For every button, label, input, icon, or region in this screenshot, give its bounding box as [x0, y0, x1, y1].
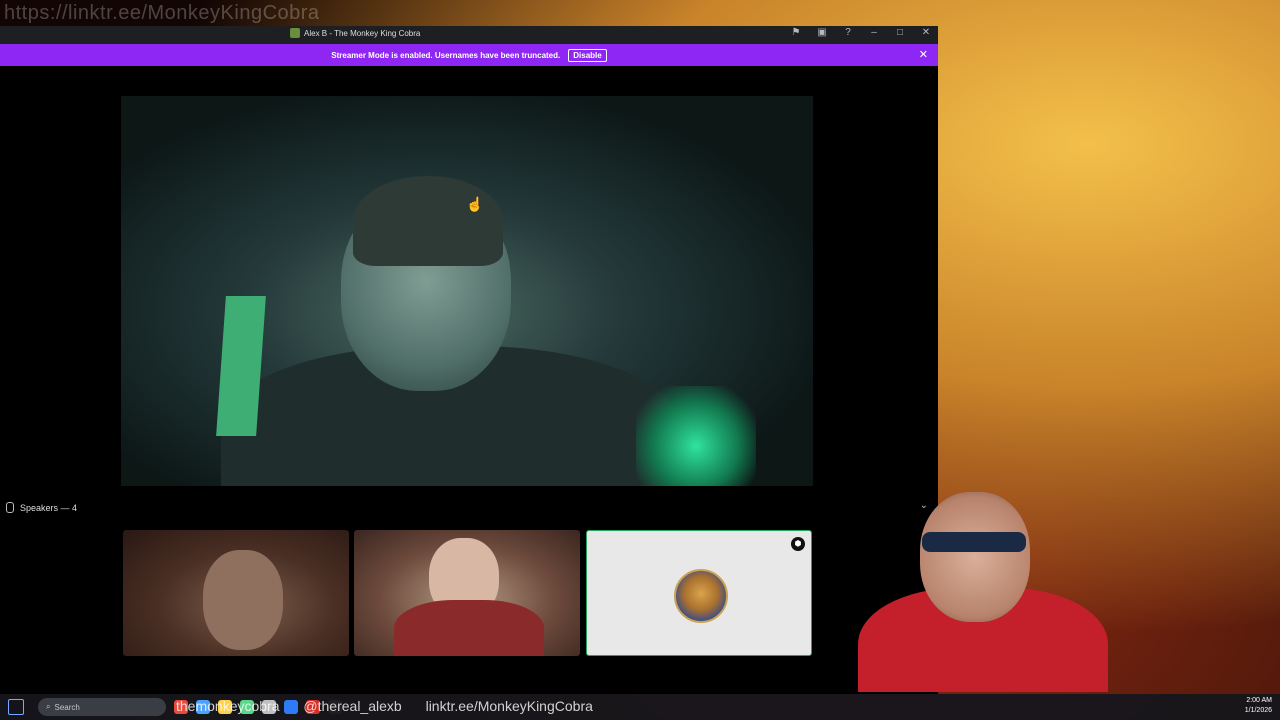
- video-background-light: [636, 386, 756, 486]
- disable-streamer-mode-button[interactable]: Disable: [568, 48, 607, 62]
- streamer-facecam: [848, 488, 1158, 692]
- window-title-text: Alex B - The Monkey King Cobra: [304, 28, 421, 38]
- social-handle: @thereal_alexb: [303, 698, 402, 714]
- screen-icon[interactable]: ▣: [814, 27, 830, 38]
- clock-time: 2:00 AM: [1246, 697, 1272, 704]
- participant-video-body: [394, 600, 544, 656]
- participant-video: [203, 550, 283, 650]
- mouse-cursor-icon: ☝: [466, 196, 484, 212]
- video-person-beanie: [353, 176, 503, 266]
- server-icon: [290, 28, 300, 38]
- participant-avatar: [674, 569, 728, 623]
- titlebar: Alex B - The Monkey King Cobra ⚑ ▣ ? – □…: [0, 26, 938, 44]
- microphone-icon: [6, 502, 14, 513]
- shield-icon: ⬢: [791, 537, 805, 551]
- speakers-label: Speakers — 4: [20, 502, 78, 513]
- speakers-header[interactable]: Speakers — 4: [6, 502, 77, 513]
- dismiss-banner-icon[interactable]: ✕: [919, 48, 928, 61]
- participant-tile[interactable]: [123, 530, 349, 656]
- start-icon[interactable]: [8, 699, 24, 715]
- participant-tile-speaking[interactable]: ⬢: [586, 530, 812, 656]
- participant-tile[interactable]: [354, 530, 580, 656]
- main-video-stream[interactable]: [121, 96, 813, 486]
- facecam-sunglasses: [922, 532, 1026, 552]
- minimize-icon[interactable]: –: [866, 27, 882, 38]
- close-icon[interactable]: ✕: [918, 27, 934, 38]
- social-handle: linktr.ee/MonkeyKingCobra: [425, 698, 593, 714]
- taskbar-search[interactable]: ⌕ Search: [38, 698, 166, 716]
- flag-icon[interactable]: ⚑: [788, 27, 804, 38]
- social-handle: themonkeycobra: [176, 698, 280, 714]
- social-handles-overlay: themonkeycobra @thereal_alexb linktr.ee/…: [176, 698, 613, 714]
- stream-overlay-url: https://linktr.ee/MonkeyKingCobra: [4, 2, 320, 24]
- streamer-mode-banner: Streamer Mode is enabled. Usernames have…: [0, 44, 938, 66]
- maximize-icon[interactable]: □: [892, 27, 908, 38]
- window-title: Alex B - The Monkey King Cobra: [290, 28, 420, 38]
- taskbar-clock[interactable]: 2:00 AM 1/1/2026: [1245, 696, 1272, 716]
- streamer-mode-message: Streamer Mode is enabled. Usernames have…: [331, 50, 561, 60]
- facecam-head: [920, 492, 1030, 622]
- discord-window: Alex B - The Monkey King Cobra ⚑ ▣ ? – □…: [0, 26, 938, 694]
- clock-date: 1/1/2026: [1244, 707, 1272, 714]
- titlebar-controls: ⚑ ▣ ? – □ ✕: [788, 27, 934, 38]
- search-placeholder: Search: [54, 702, 80, 712]
- help-icon[interactable]: ?: [840, 27, 856, 38]
- search-icon: ⌕: [46, 702, 51, 711]
